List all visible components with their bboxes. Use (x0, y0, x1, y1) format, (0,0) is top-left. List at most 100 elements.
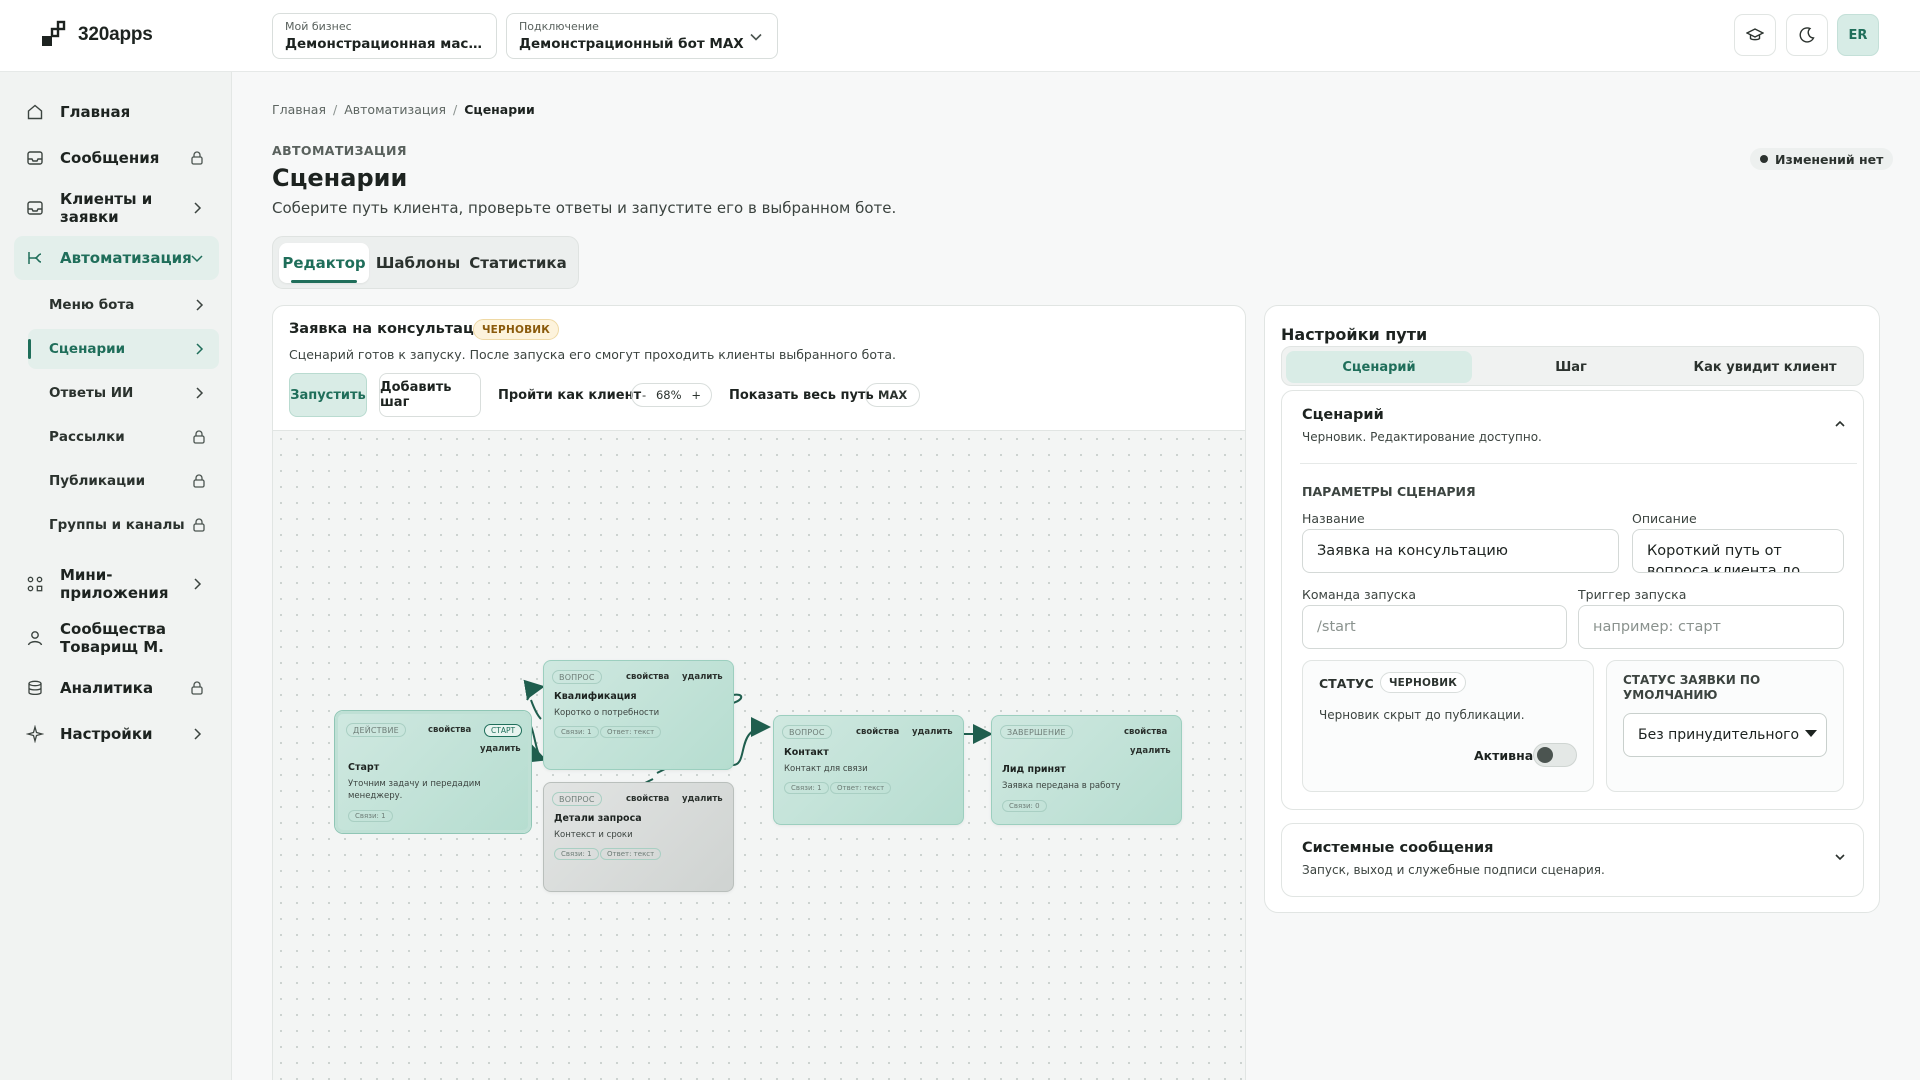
launch-command-input[interactable]: /start (1302, 605, 1567, 649)
breadcrumb: Главная / Автоматизация / Сценарии (272, 102, 535, 117)
sidebar-item-communities[interactable]: Сообщества Товарищ М. (14, 612, 219, 664)
node-links: Связи: 0 (1002, 800, 1047, 812)
params-heading: ПАРАМЕТРЫ СЦЕНАРИЯ (1302, 484, 1476, 499)
flow-canvas[interactable]: ВОПРОС свойства удалить Квалификация Кор… (273, 430, 1245, 1080)
tab-client-view[interactable]: Как увидит клиент (1670, 351, 1860, 383)
node-links: Связи: 1 (348, 810, 393, 822)
automation-icon (26, 249, 44, 267)
status-text: Черновик скрыт до публикации. (1319, 708, 1525, 722)
breadcrumb-home[interactable]: Главная (272, 102, 326, 117)
node-properties-button[interactable]: свойства (856, 727, 899, 737)
sidebar-item-automation[interactable]: Автоматизация (14, 236, 219, 280)
node-delete-button[interactable]: удалить (480, 744, 521, 754)
tab-step[interactable]: Шаг (1478, 351, 1664, 383)
active-label: Активна (1474, 748, 1534, 763)
node-properties-button[interactable]: свойства (1124, 727, 1167, 737)
tab-editor[interactable]: Редактор (279, 243, 369, 283)
show-full-path-button[interactable]: Показать весь путь (729, 373, 874, 417)
app-name: 320apps (78, 24, 153, 45)
node-properties-button[interactable]: свойства (428, 725, 471, 735)
sidebar-item-label: Мини-приложения (60, 566, 169, 602)
chevron-up-icon[interactable] (1833, 417, 1847, 431)
node-start[interactable]: ДЕЙСТВИЕ свойства СТАРТ удалить Старт Ут… (335, 711, 531, 833)
sidebar-subitem-scenarios[interactable]: Сценарии (28, 329, 219, 369)
node-delete-button[interactable]: удалить (682, 672, 723, 682)
sidebar-subitem-bot-menu[interactable]: Меню бота (28, 285, 219, 325)
sidebar-item-settings[interactable]: Настройки (14, 712, 219, 756)
request-status-select[interactable]: Без принудительного (1623, 713, 1827, 757)
home-icon (26, 103, 44, 121)
node-description: Заявка передана в работу (1002, 781, 1121, 791)
sidebar-item-clients[interactable]: Клиенты и заявки (14, 182, 219, 234)
node-contact[interactable]: ВОПРОС свойства удалить Контакт Контакт … (773, 715, 964, 825)
sidebar-subitem-label: Сценарии (49, 341, 126, 357)
scenario-name-input[interactable]: Заявка на консультацию (1302, 529, 1619, 573)
chevron-down-icon[interactable] (1833, 850, 1847, 864)
connection-label: Подключение (519, 20, 599, 33)
toggle-knob (1537, 747, 1553, 763)
sidebar-subitem-mailings[interactable]: Рассылки (28, 417, 219, 457)
caret-down-icon (1805, 730, 1817, 737)
chevron-right-icon (189, 576, 205, 592)
node-delete-button[interactable]: удалить (1130, 746, 1171, 756)
zoom-in-button[interactable]: + (691, 388, 701, 402)
sidebar: Главная Сообщения Клиенты и заявки Автом… (0, 72, 232, 1080)
scenario-description: Сценарий готов к запуску. После запуска … (289, 347, 896, 362)
app-logo[interactable]: 320apps (40, 20, 153, 50)
sidebar-subitem-groups[interactable]: Группы и каналы (28, 505, 219, 545)
status-label: СТАТУС (1319, 676, 1374, 691)
business-label: Мой бизнес (285, 20, 352, 33)
active-toggle[interactable] (1533, 743, 1577, 767)
sidebar-item-label: Автоматизация (60, 249, 192, 267)
node-description: Коротко о потребности (554, 708, 660, 718)
sidebar-item-home[interactable]: Главная (14, 90, 219, 134)
name-label: Название (1302, 511, 1365, 526)
sidebar-subitem-ai-answers[interactable]: Ответы ИИ (28, 373, 219, 413)
sidebar-item-analytics[interactable]: Аналитика (14, 666, 219, 710)
node-type: ВОПРОС (552, 670, 602, 684)
scenario-description-textarea[interactable]: Короткий путь от вопроса клиента до (1632, 529, 1844, 573)
learning-button[interactable] (1734, 14, 1776, 56)
sidebar-item-label: Сообщения (60, 149, 160, 167)
node-properties-button[interactable]: свойства (626, 794, 669, 804)
node-lead-accepted[interactable]: ЗАВЕРШЕНИЕ свойства удалить Лид принят З… (991, 715, 1182, 825)
node-links: Связи: 1 (554, 848, 599, 860)
node-name: Контакт (784, 747, 829, 758)
channel-badge[interactable]: MAX (865, 383, 921, 407)
changes-status-badge: Изменений нет (1750, 148, 1894, 170)
system-messages-section[interactable]: Системные сообщения Запуск, выход и служ… (1281, 823, 1864, 897)
zoom-out-button[interactable]: - (642, 388, 646, 402)
tab-templates[interactable]: Шаблоны (373, 243, 463, 283)
node-qualification[interactable]: ВОПРОС свойства удалить Квалификация Кор… (543, 660, 734, 770)
page-eyebrow: АВТОМАТИЗАЦИЯ (272, 143, 407, 158)
sidebar-subitem-publications[interactable]: Публикации (28, 461, 219, 501)
sparkle-icon (26, 725, 44, 743)
node-name: Лид принят (1002, 764, 1066, 775)
node-links: Связи: 1 (554, 726, 599, 738)
breadcrumb-automation[interactable]: Автоматизация (344, 102, 446, 117)
sidebar-item-label: Настройки (60, 725, 153, 743)
node-properties-button[interactable]: свойства (626, 672, 669, 682)
theme-toggle-button[interactable] (1786, 14, 1828, 56)
sidebar-item-messages[interactable]: Сообщения (14, 136, 219, 180)
business-selector[interactable]: Мой бизнес Демонстрационная мастер... (272, 13, 497, 59)
walk-as-client-button[interactable]: Пройти как клиент (498, 373, 641, 417)
node-request-details[interactable]: ВОПРОС свойства удалить Детали запроса К… (543, 782, 734, 892)
tab-statistics[interactable]: Статистика (465, 243, 571, 283)
node-description: Уточним задачу и передадим менеджеру. (348, 779, 481, 801)
sidebar-subitem-label: Публикации (49, 473, 146, 489)
connection-selector[interactable]: Подключение Демонстрационный бот MAX (506, 13, 778, 59)
tab-scenario[interactable]: Сценарий (1286, 351, 1472, 383)
node-answer-type: Ответ: текст (830, 782, 892, 794)
node-delete-button[interactable]: удалить (912, 727, 953, 737)
zoom-level: 68% (655, 388, 682, 402)
logo-icon (42, 20, 66, 46)
sidebar-subitem-label: Группы и каналы (49, 517, 185, 533)
node-delete-button[interactable]: удалить (682, 794, 723, 804)
add-step-button[interactable]: Добавить шаг (379, 373, 481, 417)
sidebar-item-mini-apps[interactable]: Мини-приложения (14, 558, 219, 610)
launch-button[interactable]: Запустить (289, 373, 367, 417)
launch-trigger-input[interactable]: например: старт (1578, 605, 1844, 649)
node-answer-type: Ответ: текст (600, 726, 662, 738)
avatar[interactable]: ER (1837, 14, 1879, 56)
